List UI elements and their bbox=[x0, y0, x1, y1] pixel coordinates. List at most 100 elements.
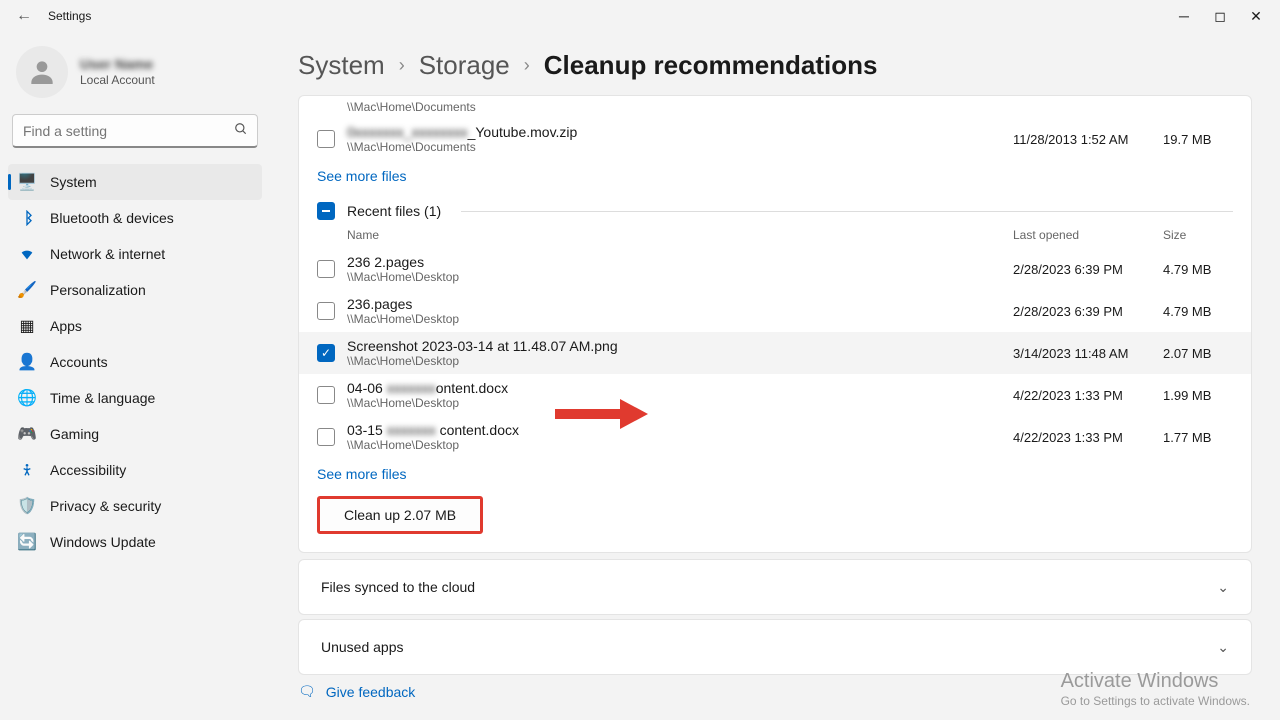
titlebar: ← Settings ─ ◻ ✕ bbox=[0, 0, 1280, 32]
breadcrumb: System › Storage › Cleanup recommendatio… bbox=[298, 32, 1252, 95]
sidebar-item-label: Time & language bbox=[50, 390, 155, 406]
checkbox[interactable] bbox=[317, 130, 335, 148]
sidebar-item-label: Windows Update bbox=[50, 534, 156, 550]
see-more-link[interactable]: See more files bbox=[317, 160, 1233, 192]
file-name: 236.pages bbox=[347, 296, 1013, 312]
file-name: 04-06 xxxxxxxontent.docx bbox=[347, 380, 1013, 396]
section-title: Recent files (1) bbox=[347, 203, 441, 219]
file-date: 2/28/2023 6:39 PM bbox=[1013, 262, 1163, 277]
file-path: \\Mac\Home\Documents bbox=[347, 140, 1013, 154]
search-input[interactable] bbox=[12, 114, 258, 148]
apps-icon: ▦ bbox=[18, 317, 36, 335]
sidebar-item-label: Gaming bbox=[50, 426, 99, 442]
expander-label: Unused apps bbox=[321, 639, 404, 655]
sidebar-item-accounts[interactable]: 👤 Accounts bbox=[8, 344, 262, 380]
search-icon bbox=[234, 122, 248, 139]
sidebar-item-gaming[interactable]: 🎮 Gaming bbox=[8, 416, 262, 452]
sidebar-item-apps[interactable]: ▦ Apps bbox=[8, 308, 262, 344]
sidebar-item-label: Bluetooth & devices bbox=[50, 210, 174, 226]
privacy-icon: 🛡️ bbox=[18, 497, 36, 515]
expander-label: Files synced to the cloud bbox=[321, 579, 475, 595]
expander-cloud[interactable]: Files synced to the cloud ⌄ bbox=[298, 559, 1252, 615]
chevron-down-icon: ⌄ bbox=[1217, 579, 1229, 596]
expander-apps[interactable]: Unused apps ⌄ bbox=[298, 619, 1252, 675]
app-title: Settings bbox=[48, 9, 91, 23]
update-icon: 🔄 bbox=[18, 533, 36, 551]
cleanup-button[interactable]: Clean up 2.07 MB bbox=[317, 496, 483, 534]
file-name: Screenshot 2023-03-14 at 11.48.07 AM.png bbox=[347, 338, 1013, 354]
checkbox[interactable]: ✓ bbox=[317, 344, 335, 362]
file-row[interactable]: 04-06 xxxxxxxontent.docx\\Mac\Home\Deskt… bbox=[317, 374, 1233, 416]
annotation-arrow bbox=[550, 394, 650, 434]
see-more-link[interactable]: See more files bbox=[317, 458, 1233, 490]
avatar bbox=[16, 46, 68, 98]
checkbox[interactable] bbox=[317, 428, 335, 446]
checkbox-indeterminate[interactable] bbox=[317, 202, 335, 220]
column-size: Size bbox=[1163, 228, 1233, 242]
file-path: \\Mac\Home\Desktop bbox=[347, 270, 1013, 284]
sidebar-item-label: Network & internet bbox=[50, 246, 165, 262]
user-subtitle: Local Account bbox=[80, 73, 155, 89]
column-date: Last opened bbox=[1013, 228, 1163, 242]
breadcrumb-current: Cleanup recommendations bbox=[544, 50, 878, 81]
file-row[interactable]: 0xxxxxxx_xxxxxxxx_Youtube.mov.zip \\Mac\… bbox=[317, 118, 1233, 160]
checkbox[interactable] bbox=[317, 260, 335, 278]
file-path: \\Mac\Home\Desktop bbox=[347, 396, 1013, 410]
file-row[interactable]: 236.pages\\Mac\Home\Desktop2/28/2023 6:3… bbox=[317, 290, 1233, 332]
breadcrumb-storage[interactable]: Storage bbox=[419, 50, 510, 81]
file-name: 0xxxxxxx_xxxxxxxx_Youtube.mov.zip bbox=[347, 124, 1013, 140]
sidebar-item-update[interactable]: 🔄 Windows Update bbox=[8, 524, 262, 560]
sidebar-item-label: System bbox=[50, 174, 97, 190]
file-size: 1.77 MB bbox=[1163, 430, 1233, 445]
sidebar-item-accessibility[interactable]: Accessibility bbox=[8, 452, 262, 488]
chevron-right-icon: › bbox=[524, 55, 530, 76]
file-date: 2/28/2023 6:39 PM bbox=[1013, 304, 1163, 319]
sidebar-item-bluetooth[interactable]: Bluetooth & devices bbox=[8, 200, 262, 236]
file-row[interactable]: 03-15 xxxxxxx content.docx\\Mac\Home\Des… bbox=[317, 416, 1233, 458]
file-row[interactable]: 236 2.pages\\Mac\Home\Desktop2/28/2023 6… bbox=[317, 248, 1233, 290]
close-button[interactable]: ✕ bbox=[1240, 4, 1272, 28]
sidebar-item-label: Accessibility bbox=[50, 462, 126, 478]
bluetooth-icon bbox=[18, 209, 36, 227]
accessibility-icon bbox=[18, 461, 36, 479]
file-date: 11/28/2013 1:52 AM bbox=[1013, 132, 1163, 147]
accounts-icon: 👤 bbox=[18, 353, 36, 371]
watermark: Activate Windows Go to Settings to activ… bbox=[1061, 668, 1250, 710]
file-row[interactable]: ✓ Screenshot 2023-03-14 at 11.48.07 AM.pn… bbox=[299, 332, 1251, 374]
file-date: 3/14/2023 11:48 AM bbox=[1013, 346, 1163, 361]
chevron-down-icon: ⌄ bbox=[1217, 639, 1229, 656]
back-button[interactable]: ← bbox=[12, 3, 36, 29]
file-size: 4.79 MB bbox=[1163, 304, 1233, 319]
file-path: \\Mac\Home\Desktop bbox=[347, 354, 1013, 368]
sidebar-item-privacy[interactable]: 🛡️ Privacy & security bbox=[8, 488, 262, 524]
main-content: System › Storage › Cleanup recommendatio… bbox=[270, 32, 1280, 720]
file-date: 4/22/2023 1:33 PM bbox=[1013, 388, 1163, 403]
network-icon bbox=[18, 245, 36, 263]
file-path: \\Mac\Home\Desktop bbox=[347, 312, 1013, 326]
checkbox[interactable] bbox=[317, 386, 335, 404]
sidebar-item-network[interactable]: Network & internet bbox=[8, 236, 262, 272]
sidebar-item-time[interactable]: 🌐 Time & language bbox=[8, 380, 262, 416]
file-size: 4.79 MB bbox=[1163, 262, 1233, 277]
column-name: Name bbox=[347, 228, 1013, 242]
file-date: 4/22/2023 1:33 PM bbox=[1013, 430, 1163, 445]
user-name: User Name bbox=[80, 55, 155, 73]
personalization-icon: 🖌️ bbox=[18, 281, 36, 299]
sidebar-item-system[interactable]: 🖥️System bbox=[8, 164, 262, 200]
time-icon: 🌐 bbox=[18, 389, 36, 407]
file-size: 1.99 MB bbox=[1163, 388, 1233, 403]
sidebar: User Name Local Account 🖥️System Bluetoot… bbox=[0, 32, 270, 720]
checkbox[interactable] bbox=[317, 302, 335, 320]
breadcrumb-system[interactable]: System bbox=[298, 50, 385, 81]
chevron-right-icon: › bbox=[399, 55, 405, 76]
sidebar-item-label: Privacy & security bbox=[50, 498, 161, 514]
file-size: 2.07 MB bbox=[1163, 346, 1233, 361]
minimize-button[interactable]: ─ bbox=[1168, 4, 1200, 28]
maximize-button[interactable]: ◻ bbox=[1204, 4, 1236, 28]
file-path: \\Mac\Home\Documents bbox=[347, 100, 1233, 114]
file-name: 03-15 xxxxxxx content.docx bbox=[347, 422, 1013, 438]
sidebar-item-personalization[interactable]: 🖌️Personalization bbox=[8, 272, 262, 308]
sidebar-item-label: Accounts bbox=[50, 354, 108, 370]
gaming-icon: 🎮 bbox=[18, 425, 36, 443]
sidebar-item-label: Apps bbox=[50, 318, 82, 334]
